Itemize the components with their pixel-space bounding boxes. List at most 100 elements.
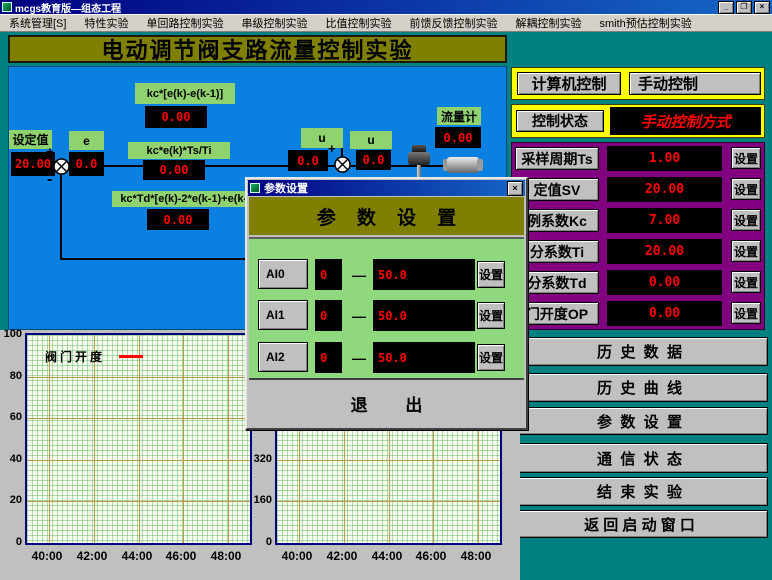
dialog-range-dash-0: — <box>350 259 368 290</box>
param-set-button-0[interactable]: 设置 <box>731 147 761 169</box>
d-term-display: 0.00 <box>147 209 209 230</box>
pump-icon <box>447 157 479 173</box>
dialog-header-text: 参 数 设 置 <box>317 203 456 230</box>
junction1-minus-sign: - <box>47 172 52 188</box>
menu-item-0[interactable]: 系统管理[S] <box>0 15 75 31</box>
minimize-button[interactable]: _ <box>718 1 734 14</box>
pump-icon-cap-right <box>477 159 483 171</box>
window-title: mcgs教育版—组态工程 <box>15 0 716 15</box>
exit-button[interactable]: 退 出 <box>345 390 429 417</box>
dialog-set-button-1[interactable]: 设置 <box>477 302 505 329</box>
chart-0-y-tick-label: 80 <box>0 370 22 382</box>
param-value-2: 7.00 <box>607 208 722 233</box>
dialog-low-display-1: 0 <box>315 300 342 331</box>
feedback-wire-down <box>60 174 62 260</box>
chart-1-gridline-h <box>277 501 500 502</box>
flowmeter-label: 流量计 <box>437 107 481 125</box>
param-set-button-3[interactable]: 设置 <box>731 240 761 262</box>
legend-line-swatch <box>119 355 143 358</box>
chart-0-gridline-h <box>27 460 250 461</box>
close-button[interactable]: × <box>754 1 770 14</box>
parameter-settings-dialog: 参数设置 × 参 数 设 置 AI00—50.0设置AI10—50.0设置AI2… <box>245 177 528 430</box>
control-status-label: 控制状态 <box>516 110 604 132</box>
u1-label: u <box>301 128 343 148</box>
window-titlebar: mcgs教育版—组态工程 _ ❐ × <box>0 0 772 14</box>
chart-1-x-tick-label: 46:00 <box>411 549 451 563</box>
param-set-button-1[interactable]: 设置 <box>731 178 761 200</box>
manual-control-button[interactable]: 手动控制 <box>629 72 761 95</box>
chart-0-legend: 阀门开度 <box>45 348 143 365</box>
chart-0-x-tick-label: 42:00 <box>72 549 112 563</box>
menu-item-6[interactable]: 解耦控制实验 <box>506 15 590 31</box>
dialog-title: 参数设置 <box>264 180 505 196</box>
u2-display: 0.0 <box>356 150 391 170</box>
chart-0-gridline-h <box>27 418 250 419</box>
chart-0-plot-area: 阀门开度 <box>25 333 252 545</box>
u1-display: 0.0 <box>288 150 328 171</box>
chart-0-y-tick-label: 0 <box>0 536 22 548</box>
control-status-display: 手动控制方式 <box>610 107 761 135</box>
chart-0-gridline-v <box>139 335 140 543</box>
mcgs-dialog-icon <box>250 183 260 193</box>
chart-0-x-tick-label: 48:00 <box>206 549 246 563</box>
dialog-range-dash-2: — <box>350 342 368 373</box>
nav-button-1[interactable]: 历 史 曲 线 <box>511 373 768 402</box>
dialog-titlebar[interactable]: 参数设置 × <box>248 180 525 196</box>
p-term-label: kc*[e(k)-e(k-1)] <box>135 83 235 104</box>
error-label: e <box>69 131 104 150</box>
param-set-button-4[interactable]: 设置 <box>731 271 761 293</box>
dialog-high-display-0: 50.0 <box>373 259 475 290</box>
menu-item-4[interactable]: 比值控制实验 <box>316 15 400 31</box>
dialog-channel-button-1[interactable]: AI1 <box>258 300 308 330</box>
nav-button-0[interactable]: 历 史 数 据 <box>511 337 768 366</box>
chart-1-x-tick-label: 42:00 <box>322 549 362 563</box>
param-label-0: 采样周期Ts <box>515 147 599 170</box>
dialog-channel-button-0[interactable]: AI0 <box>258 259 308 289</box>
menu-item-2[interactable]: 单回路控制实验 <box>137 15 232 31</box>
restore-button[interactable]: ❐ <box>736 1 752 14</box>
dialog-low-display-2: 0 <box>315 342 342 373</box>
nav-button-5[interactable]: 返 回 启 动 窗 口 <box>511 510 768 538</box>
menu-item-3[interactable]: 串级控制实验 <box>232 15 316 31</box>
menu-item-1[interactable]: 特性实验 <box>75 15 137 31</box>
dialog-header-band: 参 数 设 置 <box>249 197 524 235</box>
dialog-set-button-2[interactable]: 设置 <box>477 344 505 371</box>
chart-0-gridline-h <box>27 501 250 502</box>
chart-1-y-tick-label: 320 <box>250 453 272 465</box>
summing-junction-1 <box>53 158 70 175</box>
dialog-high-display-1: 50.0 <box>373 300 475 331</box>
computer-control-button[interactable]: 计算机控制 <box>517 72 621 95</box>
junction2-plus-sign: + <box>328 142 336 155</box>
nav-button-2[interactable]: 参 数 设 置 <box>511 407 768 435</box>
menu-item-5[interactable]: 前馈反馈控制实验 <box>400 15 506 31</box>
chart-1-y-tick-label: 160 <box>250 494 272 506</box>
mcgs-app-icon <box>2 2 12 12</box>
dialog-channel-button-2[interactable]: AI2 <box>258 342 308 372</box>
i-term-label: kc*e(k)*Ts/Ti <box>128 142 230 159</box>
param-value-1: 20.00 <box>607 177 722 202</box>
menu-item-7[interactable]: smith预估控制实验 <box>590 15 700 31</box>
dialog-footer: 退 出 <box>249 380 524 426</box>
control-valve-body <box>408 152 430 165</box>
nav-button-4[interactable]: 结 束 实 验 <box>511 477 768 506</box>
i-term-display: 0.00 <box>143 160 205 180</box>
dialog-set-button-0[interactable]: 设置 <box>477 261 505 288</box>
param-set-button-5[interactable]: 设置 <box>731 302 761 324</box>
legend-label: 阀门开度 <box>45 348 105 365</box>
nav-button-3[interactable]: 通 信 状 态 <box>511 443 768 473</box>
chart-0-y-tick-label: 40 <box>0 453 22 465</box>
param-value-3: 20.00 <box>607 239 722 264</box>
dialog-close-button[interactable]: × <box>507 181 523 196</box>
p-term-display: 0.00 <box>145 106 207 128</box>
junction1-plus-sign: + <box>46 145 54 158</box>
dialog-body: AI00—50.0设置AI10—50.0设置AI20—50.0设置 <box>249 237 524 380</box>
chart-0-gridline-v <box>228 335 229 543</box>
param-value-0: 1.00 <box>607 146 722 171</box>
experiment-title: 电动调节阀支路流量控制实验 <box>101 33 413 65</box>
param-value-4: 0.00 <box>607 270 722 295</box>
menu-bar: 系统管理[S]特性实验单回路控制实验串级控制实验比值控制实验前馈反馈控制实验解耦… <box>0 14 772 32</box>
flowmeter-display: 0.00 <box>435 127 481 148</box>
chart-1-gridline-h <box>277 460 500 461</box>
param-set-button-2[interactable]: 设置 <box>731 209 761 231</box>
chart-0-y-tick-label: 20 <box>0 494 22 506</box>
